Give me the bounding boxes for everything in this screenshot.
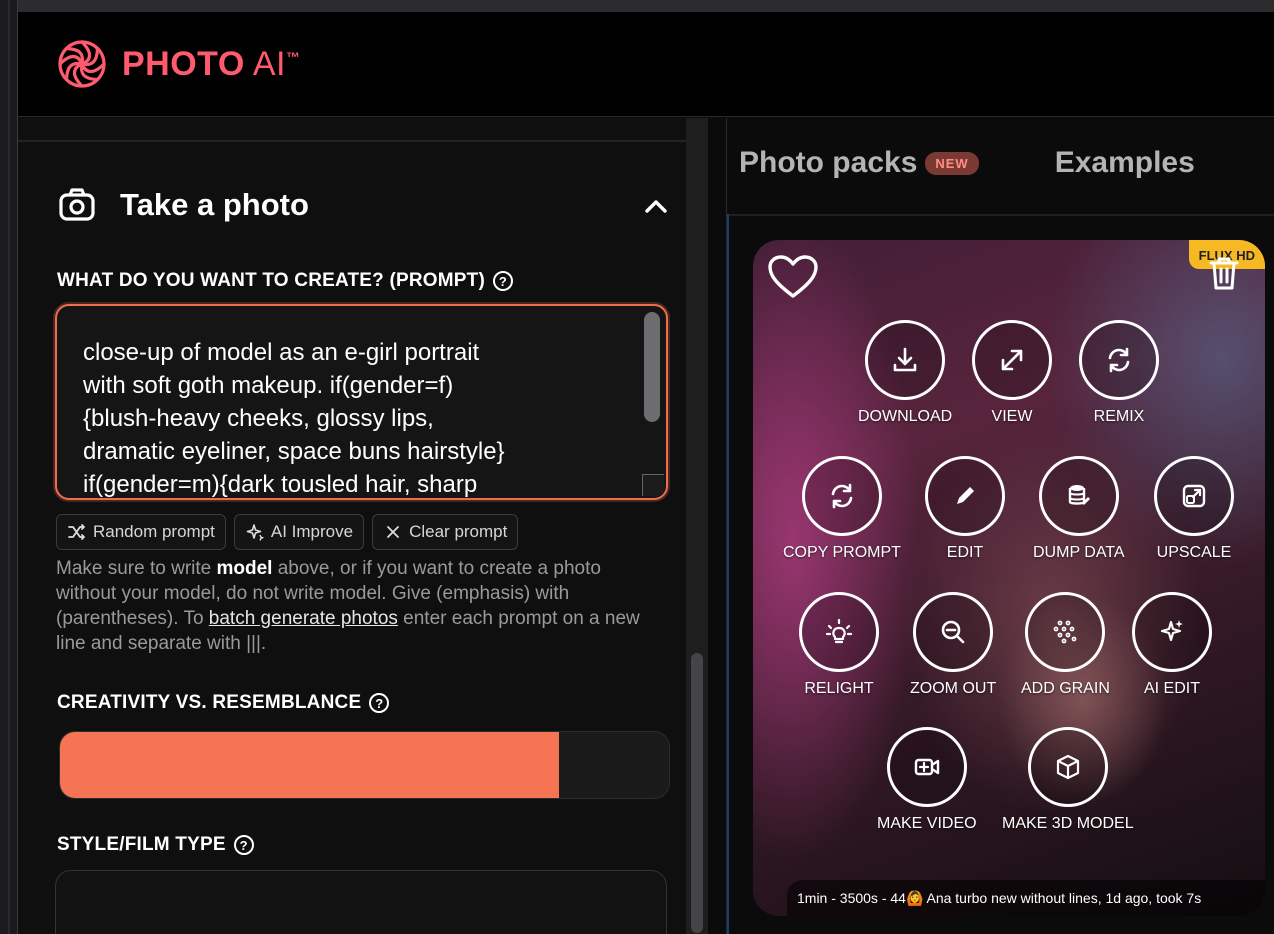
upscale-icon: [1182, 484, 1206, 508]
trash-icon[interactable]: [1207, 254, 1241, 292]
upscale-button[interactable]: UPSCALE: [1154, 456, 1234, 562]
prompt-label: WHAT DO YOU WANT TO CREATE? (PROMPT)?: [57, 270, 513, 292]
results-tabs: Photo packs NEW Examples: [739, 146, 1195, 180]
panel-scrollbar[interactable]: [686, 118, 708, 934]
refresh-icon: [831, 483, 853, 509]
window-top-bar: [0, 0, 1274, 12]
sparkle-icon: [1160, 620, 1183, 642]
zoom-out-button[interactable]: ZOOM OUT: [910, 592, 996, 698]
cube-icon: [1056, 754, 1079, 780]
download-icon: [893, 347, 917, 372]
prompt-textarea[interactable]: close-up of model as an e-girl portrait …: [55, 304, 668, 500]
app-name: PHOTO AI™: [122, 44, 301, 83]
app-logo[interactable]: PHOTO AI™: [56, 38, 300, 90]
creativity-label: CREATIVITY VS. RESEMBLANCE?: [57, 692, 390, 714]
pencil-icon: [957, 487, 974, 504]
database-icon: [1068, 485, 1090, 505]
photo-meta: 1min - 3500s - 44🙆 Ana turbo new without…: [787, 880, 1265, 916]
make-video-button[interactable]: MAKE VIDEO: [877, 727, 977, 833]
help-icon[interactable]: ?: [369, 693, 390, 713]
ai-edit-button[interactable]: AI EDIT: [1132, 592, 1212, 698]
camera-icon: [59, 188, 95, 221]
new-badge: NEW: [925, 151, 979, 175]
panel-divider: [18, 140, 704, 142]
style-select[interactable]: [55, 870, 667, 934]
prompt-actions: Random prompt AI Improve Clear prompt: [56, 514, 519, 550]
dump-data-button[interactable]: DUMP DATA: [1033, 456, 1125, 562]
clear-prompt-button[interactable]: Clear prompt: [372, 514, 519, 550]
creativity-slider[interactable]: [59, 731, 670, 799]
batch-generate-link[interactable]: batch generate photos: [209, 608, 398, 629]
make-3d-model-button[interactable]: MAKE 3D MODEL: [1002, 727, 1134, 833]
prompt-help-text: Make sure to write model above, or if yo…: [56, 558, 640, 654]
zoom-out-icon: [941, 620, 965, 644]
relight-button[interactable]: RELIGHT: [799, 592, 879, 698]
focus-indicator: [727, 214, 729, 934]
chevron-up-icon[interactable]: [644, 196, 668, 216]
app-header: PHOTO AI™: [18, 12, 1274, 117]
sparkle-icon: [246, 524, 265, 541]
style-label: STYLE/FILM TYPE?: [57, 834, 254, 856]
tabs-divider: [727, 214, 1274, 216]
photo-card[interactable]: FLUX HD DOWNLOAD VIEW REMIX COPY PROMPT …: [753, 240, 1265, 916]
expand-icon: [1001, 349, 1023, 371]
slider-fill: [60, 732, 560, 798]
refresh-icon: [1108, 347, 1130, 373]
results-panel: Photo packs NEW Examples FLUX HD DOWNLOA…: [726, 118, 1274, 934]
ai-improve-button[interactable]: AI Improve: [233, 514, 365, 550]
photo-ai-logo-icon: [58, 40, 106, 88]
heart-icon[interactable]: [767, 254, 819, 300]
take-photo-header[interactable]: Take a photo: [58, 186, 309, 224]
remix-button[interactable]: REMIX: [1079, 320, 1159, 426]
help-icon[interactable]: ?: [233, 835, 254, 855]
lightbulb-icon: [825, 618, 853, 644]
shuffle-icon: [68, 524, 85, 540]
download-button[interactable]: DOWNLOAD: [858, 320, 952, 426]
resize-handle[interactable]: [642, 474, 664, 496]
prompt-scrollbar[interactable]: [642, 312, 662, 498]
section-title: Take a photo: [120, 187, 309, 222]
scrollbar-thumb[interactable]: [691, 653, 703, 933]
add-grain-button[interactable]: ADD GRAIN: [1021, 592, 1110, 698]
prompt-text[interactable]: close-up of model as an e-girl portrait …: [83, 336, 623, 498]
tab-photo-packs[interactable]: Photo packs: [739, 146, 917, 180]
close-icon: [387, 526, 399, 538]
video-icon: [914, 758, 939, 776]
random-prompt-button[interactable]: Random prompt: [56, 514, 226, 550]
tab-examples[interactable]: Examples: [1055, 146, 1195, 180]
help-icon[interactable]: ?: [493, 271, 513, 291]
copy-prompt-button[interactable]: COPY PROMPT: [783, 456, 901, 562]
create-panel: Take a photo WHAT DO YOU WANT TO CREATE?…: [18, 118, 704, 934]
view-button[interactable]: VIEW: [972, 320, 1052, 426]
window-left-edge: [0, 0, 18, 934]
grain-icon: [1054, 620, 1077, 644]
edit-button[interactable]: EDIT: [925, 456, 1005, 562]
